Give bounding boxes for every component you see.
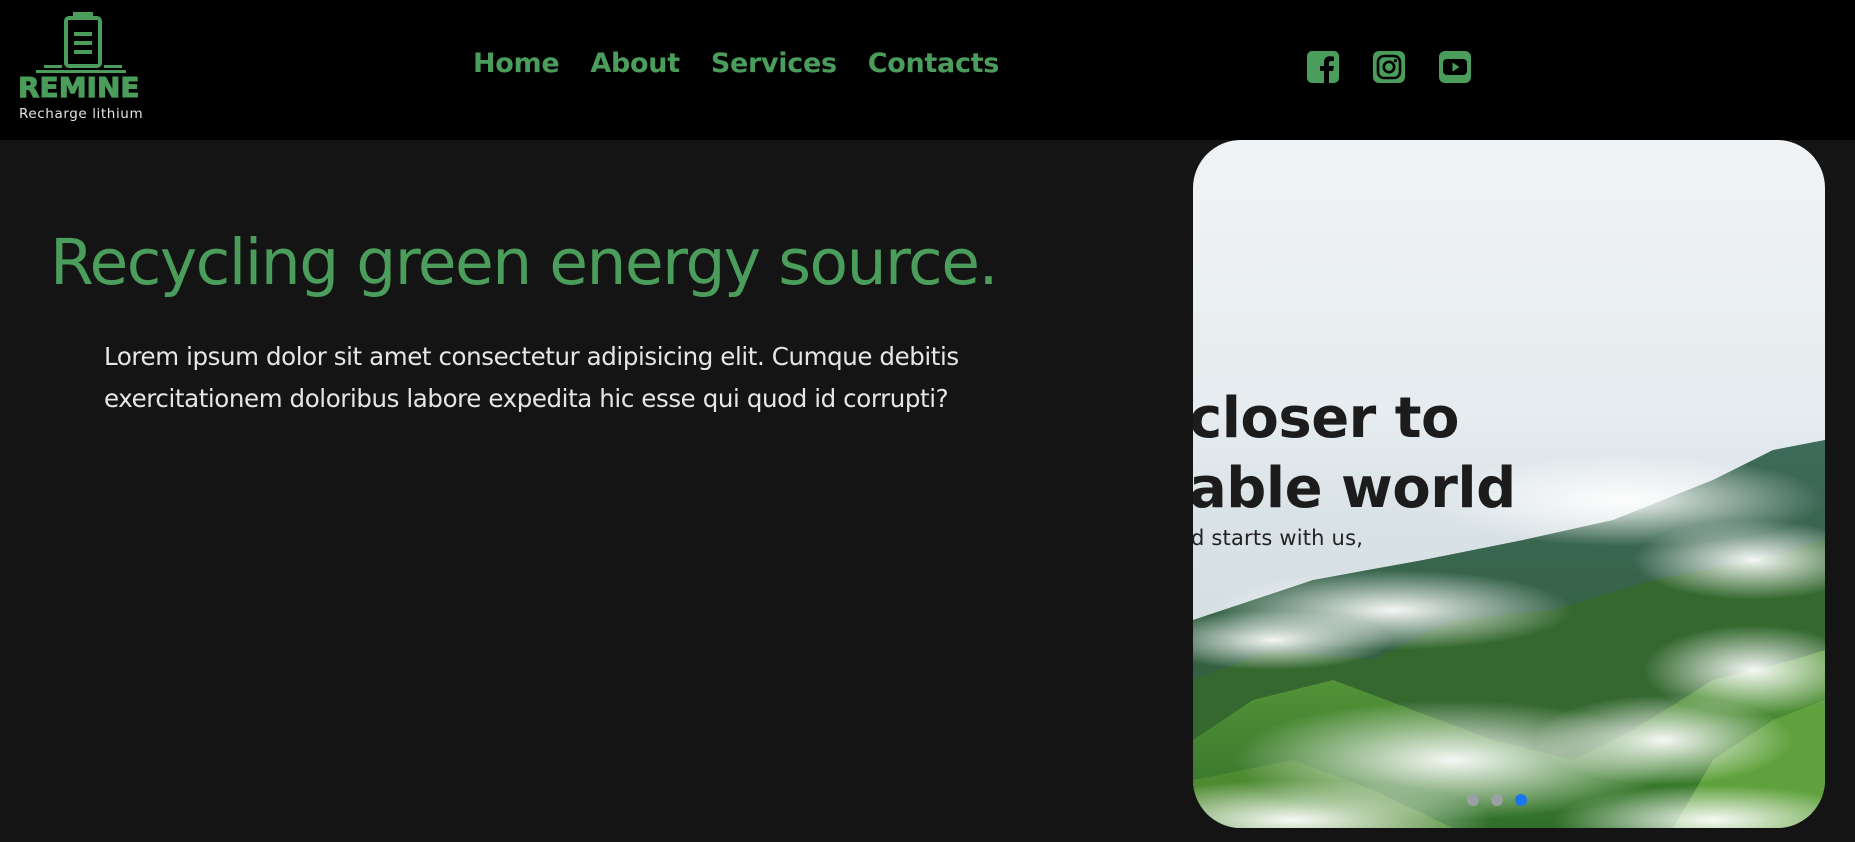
- brand-name: REMINE: [18, 71, 141, 104]
- image-carousel[interactable]: closer to able world d starts with us,: [1193, 140, 1825, 828]
- hero-title: Recycling green energy source.: [50, 226, 998, 299]
- brand-logo[interactable]: REMINE Recharge lithium: [18, 12, 148, 124]
- carousel-indicators: [1467, 794, 1527, 806]
- nav-services[interactable]: Services: [711, 50, 837, 77]
- hero-description: Lorem ipsum dolor sit amet consectetur a…: [104, 342, 959, 413]
- main-nav: Home About Services Contacts: [473, 50, 999, 77]
- slide-heading: closer to able world: [1193, 384, 1516, 524]
- nav-about[interactable]: About: [590, 50, 680, 77]
- carousel-dot-1[interactable]: [1467, 794, 1479, 806]
- facebook-icon[interactable]: [1307, 51, 1339, 83]
- brand-tagline: Recharge lithium: [19, 106, 144, 122]
- battery-icon: [36, 12, 126, 73]
- youtube-icon[interactable]: [1439, 51, 1471, 83]
- instagram-icon[interactable]: [1373, 51, 1405, 83]
- slide-subtext: d starts with us,: [1193, 526, 1364, 550]
- social-links: [1307, 51, 1471, 83]
- slide-heading-line-2: able world: [1193, 456, 1516, 521]
- carousel-dot-2[interactable]: [1491, 794, 1503, 806]
- nav-home[interactable]: Home: [473, 50, 560, 77]
- carousel-dot-3[interactable]: [1515, 794, 1527, 806]
- slide-heading-line-1: closer to: [1193, 386, 1460, 451]
- nav-contacts[interactable]: Contacts: [868, 50, 1000, 77]
- site-header: REMINE Recharge lithium Home About Servi…: [0, 0, 1855, 140]
